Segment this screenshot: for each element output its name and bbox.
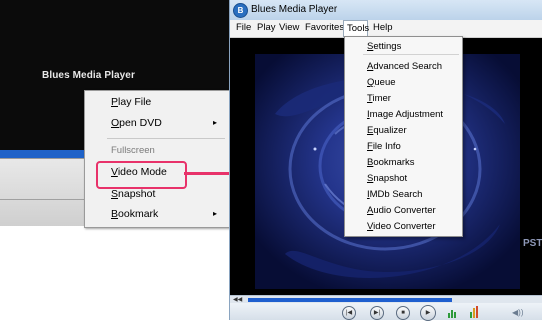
menu-separator	[363, 54, 459, 55]
tools-menu-audio-converter[interactable]: Audio Converter	[367, 203, 436, 218]
menu-play[interactable]: Play	[257, 22, 275, 33]
menu-label: lay File	[118, 96, 152, 108]
menu-label: qualizer	[373, 125, 407, 136]
menu-label: MDb Search	[369, 189, 423, 200]
menu-label: ookmarks	[373, 157, 415, 168]
menu-label: ueue	[374, 77, 396, 88]
submenu-arrow-icon: ▸	[212, 118, 217, 127]
seek-back-icon[interactable]: ◀◀	[233, 296, 242, 303]
volume-icon[interactable]: ◀))	[512, 308, 523, 317]
controls-bar	[230, 303, 542, 320]
menu-label: imer	[372, 93, 391, 104]
menu-file[interactable]: File	[236, 22, 251, 33]
tools-menu-queue[interactable]: Queue	[367, 75, 396, 90]
context-menu-fullscreen: Fullscreen	[111, 145, 155, 156]
audio-level-icon	[448, 303, 488, 320]
menu-label: udio Converter	[373, 205, 436, 216]
context-menu-play-file[interactable]: Play File	[111, 93, 151, 111]
menu-mnemonic: S	[111, 188, 119, 200]
seek-bar-fill	[248, 298, 452, 302]
tools-menu-file-info[interactable]: File Info	[367, 139, 401, 154]
tools-menu-snapshot[interactable]: Snapshot	[367, 171, 407, 186]
menu-label: ookmark	[118, 208, 159, 220]
menu-label: mage Adjustment	[369, 109, 444, 120]
menu-view[interactable]: View	[279, 22, 299, 33]
context-menu-open-dvd[interactable]: Open DVD ▸	[111, 114, 227, 132]
menu-label: dvanced Search	[373, 61, 443, 72]
menu-label: napshot	[118, 188, 156, 200]
menu-mnemonic: B	[111, 208, 119, 220]
menu-label: ettings	[373, 41, 402, 52]
stop-icon[interactable]: ■	[396, 306, 410, 320]
menu-help[interactable]: Help	[373, 22, 393, 33]
menu-label: ideo Converter	[373, 221, 436, 232]
tools-dropdown-menu: Settings Advanced Search Queue Timer Ima…	[344, 36, 463, 237]
tools-menu-imdb-search[interactable]: IMDb Search	[367, 187, 422, 202]
menu-label: napshot	[373, 173, 408, 184]
submenu-arrow-icon: ▸	[212, 209, 217, 218]
tools-menu-bookmarks[interactable]: Bookmarks	[367, 155, 415, 170]
menu-label: pen DVD	[119, 117, 162, 129]
menu-mnemonic: O	[111, 117, 120, 129]
title-bar: B Blues Media Player	[230, 0, 542, 20]
context-menu-bookmark[interactable]: Bookmark ▸	[111, 205, 227, 223]
menu-tools-label: Tools	[347, 23, 370, 34]
tools-menu-advanced-search[interactable]: Advanced Search	[367, 59, 442, 74]
next-icon[interactable]: ▶|	[370, 306, 384, 320]
tools-menu-timer[interactable]: Timer	[367, 91, 391, 106]
tools-menu-image-adjustment[interactable]: Image Adjustment	[367, 107, 443, 122]
app-logo-icon: B	[233, 3, 248, 18]
tools-menu-equalizer[interactable]: Equalizer	[367, 123, 407, 138]
menu-favorites[interactable]: Favorites	[305, 22, 344, 33]
context-menu: Play File Open DVD ▸ Fullscreen Video Mo…	[84, 90, 231, 228]
tools-menu-video-converter[interactable]: Video Converter	[367, 219, 435, 234]
menu-separator	[107, 138, 225, 139]
left-player-title: Blues Media Player	[42, 70, 135, 81]
video-mode-highlight	[96, 161, 187, 189]
menu-label: ile Info	[372, 141, 401, 152]
previous-icon[interactable]: |◀	[342, 306, 356, 320]
menu-mnemonic: P	[111, 96, 119, 108]
play-icon[interactable]: ▶	[420, 305, 436, 321]
video-watermark: PST	[523, 238, 542, 249]
tools-menu-settings[interactable]: Settings	[367, 39, 401, 54]
menu-tools-active[interactable]: Tools	[343, 20, 370, 37]
window-title: Blues Media Player	[251, 4, 338, 15]
